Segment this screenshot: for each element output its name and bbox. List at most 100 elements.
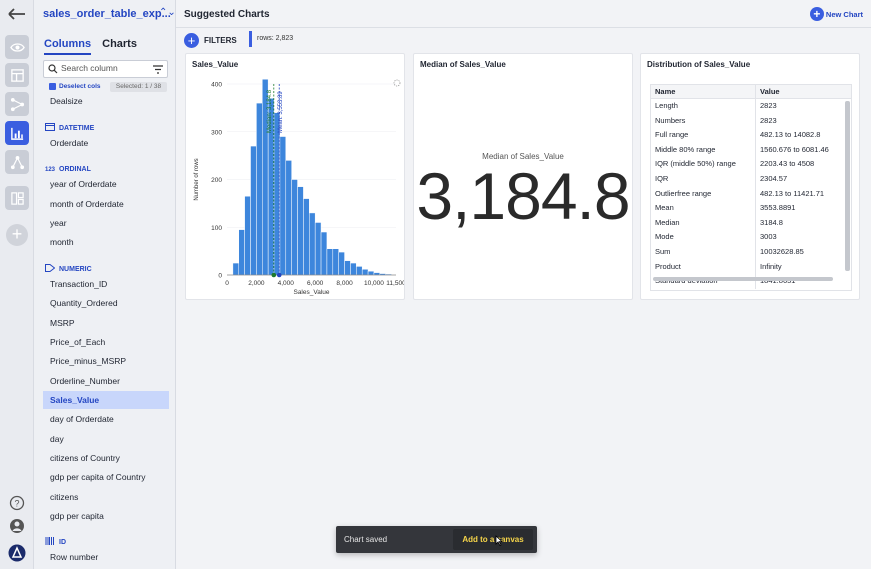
stat-value: 3553.8891	[760, 203, 796, 213]
ordinal-123-icon: 123	[45, 167, 55, 172]
column-item-citizens-of-country[interactable]: citizens of Country	[43, 449, 169, 467]
column-item-day[interactable]: day	[43, 430, 169, 448]
column-item-year-of-orderdate[interactable]: year of Orderdate	[43, 175, 169, 193]
reference-marker	[271, 272, 277, 278]
histogram-card[interactable]: Sales_Value 0 100 200 300 400 0 2,000 4,000 6,00…	[185, 53, 405, 300]
column-item-msrp[interactable]: MSRP	[43, 314, 169, 332]
column-item-gdp-per-capita-of-country[interactable]: gdp per capita of Country	[43, 468, 169, 486]
histogram-bar	[279, 136, 287, 276]
histogram-bar	[238, 229, 245, 276]
histogram-bar	[367, 270, 375, 276]
stat-name: Full range	[651, 128, 756, 143]
histogram-bar	[356, 266, 363, 276]
histogram-bar	[326, 248, 334, 276]
stats-table: Name Value Length 2823 Numbers 2823 Full ran…	[650, 84, 852, 291]
histogram-bar	[297, 186, 304, 276]
column-item-row-number[interactable]: Row number	[43, 548, 169, 566]
stat-name: IQR (middle 50%) range	[651, 157, 756, 172]
group-numeric: NUMERIC	[45, 264, 92, 273]
table-row: IQR 2304.57	[651, 171, 851, 187]
stat-value: 2823	[760, 101, 777, 110]
help-icon[interactable]: ?	[9, 495, 25, 511]
histogram-bar	[361, 269, 369, 276]
nav-rail: + ?	[0, 0, 34, 569]
plus-icon: +	[809, 7, 824, 21]
column-item-citizens[interactable]: citizens	[43, 488, 169, 506]
stat-value: 3003	[760, 232, 777, 242]
stat-value: 482.13 to 11421.71	[760, 188, 825, 198]
column-item-day-of-orderdate[interactable]: day of Orderdate	[43, 410, 169, 428]
stat-value: 2304.57	[760, 173, 788, 183]
app-logo-icon	[8, 544, 26, 562]
reference-label: Mean: 3,553.89	[278, 91, 284, 133]
stat-name: Length	[651, 99, 756, 114]
column-item-orderdate[interactable]: Orderdate	[43, 134, 169, 152]
column-item-quantity-ordered[interactable]: Quantity_Ordered	[43, 294, 169, 312]
stat-name: Sum	[651, 244, 756, 260]
x-axis-label: Sales_Value	[293, 289, 329, 296]
stat-value: 2203.43 to 4508	[760, 159, 815, 169]
tag-icon	[45, 264, 55, 272]
horizontal-scrollbar[interactable]	[653, 277, 833, 281]
column-item-dealsize[interactable]: Dealsize	[43, 92, 169, 110]
tab-charts[interactable]: Charts	[102, 38, 137, 53]
median-card[interactable]: Median of Sales_Value Median of Sales_Va…	[413, 53, 633, 300]
table-row: Mean 3553.8891	[651, 201, 851, 216]
x-tick-label: 6,000	[307, 280, 324, 287]
group-ordinal: 123 ORDINAL	[45, 166, 91, 173]
add-icon[interactable]: +	[6, 224, 28, 246]
drag-handle-icon[interactable]	[393, 79, 401, 87]
filter-icon[interactable]	[153, 65, 163, 74]
toast-notification: Chart saved Add to a canvas	[336, 526, 537, 553]
column-item-year[interactable]: year	[43, 214, 169, 232]
user-icon[interactable]	[9, 518, 25, 534]
search-input[interactable]	[61, 63, 149, 73]
histogram-bar	[344, 260, 351, 276]
stat-name: Middle 80% range	[651, 142, 756, 158]
x-tick-label: 0	[225, 280, 229, 287]
table-row: Median 3184.8	[651, 215, 851, 231]
sidebar-tabs: Columns Charts	[44, 38, 145, 55]
column-item-price-of-each[interactable]: Price_of_Each	[43, 333, 169, 351]
svg-text:123: 123	[45, 167, 55, 172]
table-header: Name Value	[651, 85, 851, 99]
mouse-cursor-icon	[495, 535, 503, 546]
charts-icon[interactable]	[5, 121, 29, 145]
column-item-price-minus-msrp[interactable]: Price_minus_MSRP	[43, 352, 169, 370]
column-item-transaction-id[interactable]: Transaction_ID	[43, 275, 169, 293]
selected-count-badge: Selected: 1 / 38	[110, 82, 167, 92]
dashboard-icon[interactable]	[5, 186, 29, 210]
dataset-name[interactable]: sales_order_table_exp...	[43, 8, 171, 20]
vertical-scrollbar[interactable]	[845, 101, 850, 271]
y-tick-label: 300	[211, 129, 222, 136]
distribution-card[interactable]: Distribution of Sales_Value Name Value L…	[640, 53, 860, 300]
median-value: 3,184.8	[416, 159, 630, 233]
search-icon	[48, 64, 58, 74]
column-item-month[interactable]: month	[43, 233, 169, 251]
column-item-sales-value[interactable]: Sales_Value	[43, 391, 169, 409]
histogram-bar	[338, 251, 345, 276]
filters-button[interactable]: + FILTERS	[184, 31, 237, 49]
preview-eye-icon[interactable]	[5, 35, 29, 59]
tab-columns[interactable]: Columns	[44, 38, 92, 55]
stat-name: Outlierfree range	[651, 186, 756, 202]
column-item-gdp-per-capita[interactable]: gdp per capita	[43, 507, 169, 525]
hierarchy-icon[interactable]	[5, 150, 29, 174]
add-to-canvas-button[interactable]: Add to a canvas	[453, 529, 533, 550]
column-item-orderline-number[interactable]: Orderline_Number	[43, 372, 169, 390]
deselect-checkbox[interactable]	[49, 83, 56, 90]
histogram-bar	[309, 212, 316, 276]
histogram-bar	[250, 145, 257, 276]
x-tick-label: 2,000	[248, 280, 265, 287]
stat-value: 10032628.85	[760, 246, 804, 256]
reference-label: Median: 3,184.8	[267, 89, 273, 133]
card-title: Distribution of Sales_Value	[647, 60, 751, 69]
workflow-icon[interactable]	[5, 92, 29, 116]
back-arrow-icon[interactable]	[6, 6, 28, 22]
dataset-select-chevron-icon[interactable]: ⌃⌄	[159, 7, 176, 18]
deselect-cols-button[interactable]: Deselect cols	[49, 83, 101, 90]
new-chart-button[interactable]: + New Chart	[809, 6, 863, 22]
table-row: Outlierfree range 482.13 to 11421.71	[651, 186, 851, 202]
column-item-month-of-orderdate[interactable]: month of Orderdate	[43, 195, 169, 213]
table-icon[interactable]	[5, 63, 29, 87]
